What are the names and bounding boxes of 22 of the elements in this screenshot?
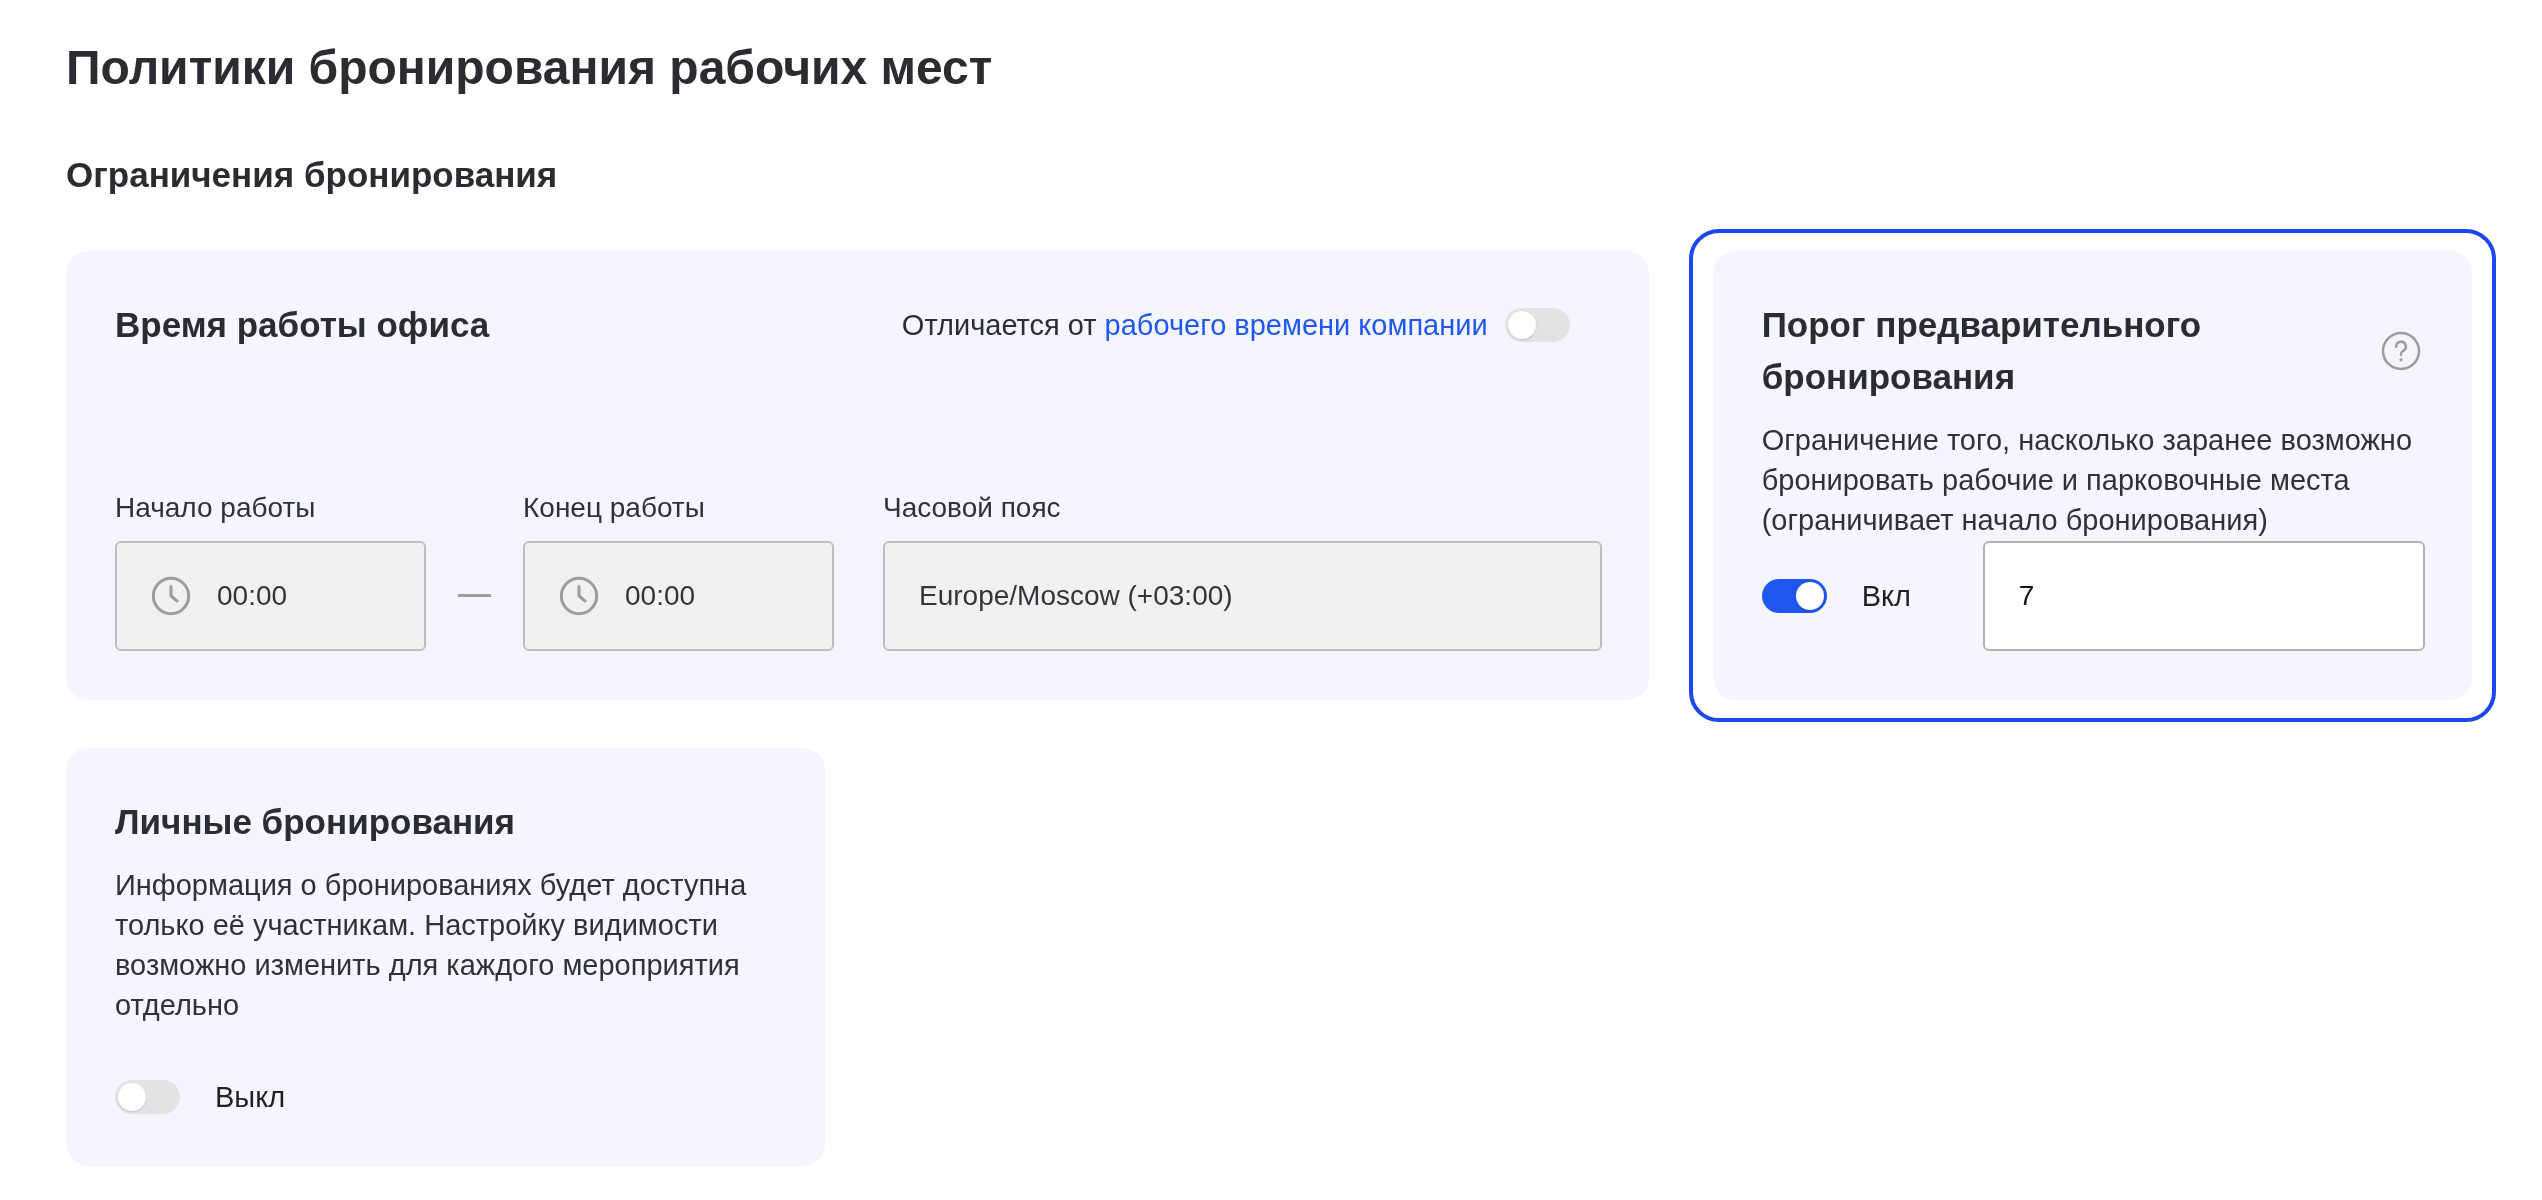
- field-label: Начало работы: [115, 491, 317, 525]
- clock-icon: [559, 576, 599, 616]
- card-title: Время работы офиса: [115, 304, 490, 346]
- card-title: Порог предварительного бронирования: [1761, 304, 2203, 398]
- toggle-switch[interactable]: [1761, 579, 1827, 613]
- page-title: Политики бронирования рабочих мест: [66, 40, 994, 96]
- toggle-label: Вкл: [1861, 579, 1911, 614]
- override-label: Отличается от рабочего времени компании: [901, 308, 1488, 343]
- toggle-switch[interactable]: [1504, 308, 1570, 342]
- card-title: Личные бронирования: [115, 801, 516, 843]
- toggle-label: Выкл: [215, 1080, 286, 1115]
- section-title: Ограничения бронирования: [66, 155, 559, 195]
- dash-icon: [458, 594, 491, 597]
- field-label: Часовой пояс: [883, 491, 1062, 525]
- company-hours-link[interactable]: рабочего времени компании: [1104, 309, 1488, 341]
- clock-icon: [151, 576, 191, 616]
- toggle-switch[interactable]: [115, 1080, 180, 1114]
- card-description: Информация о бронированиях будет доступна только её участникам. Настройку видимости возможно изменить для каждого мероприятия отдельно: [115, 868, 748, 1023]
- input-field[interactable]: 7: [1982, 541, 2425, 651]
- help-icon[interactable]: [2381, 331, 2421, 371]
- field-label: Конец работы: [523, 491, 706, 525]
- card-description: Ограничение того, насколько заранее возможно бронировать рабочие и парковочные места (ограничивает начало бронирования): [1761, 423, 2414, 538]
